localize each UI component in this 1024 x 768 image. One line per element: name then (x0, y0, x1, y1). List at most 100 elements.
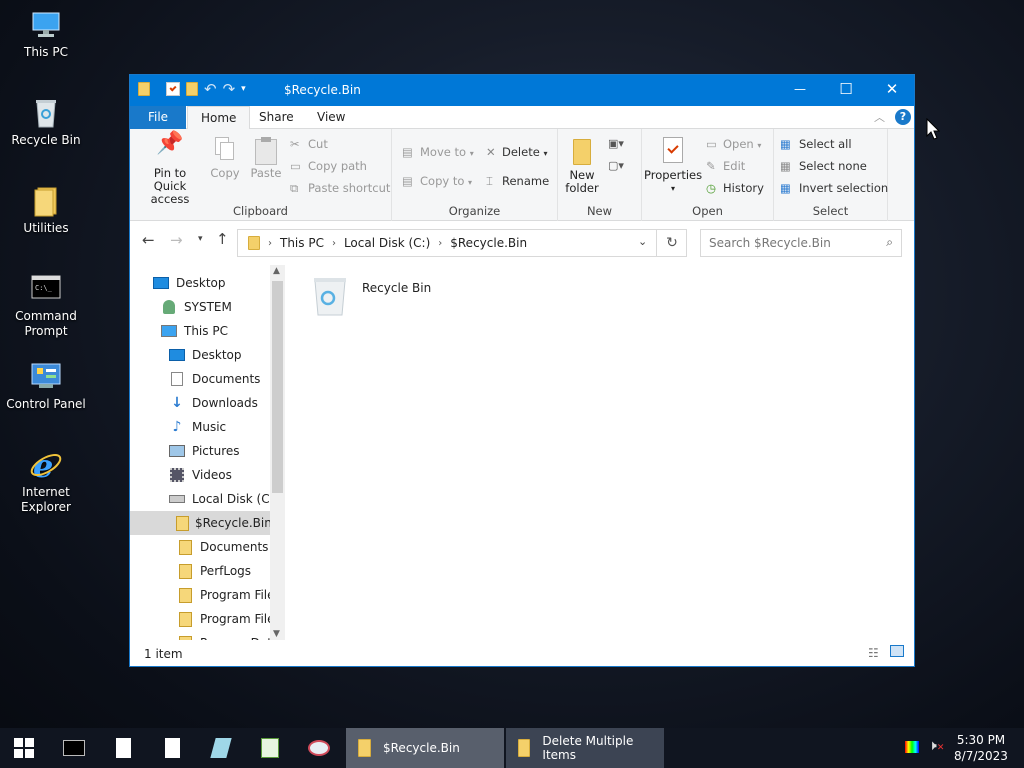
clock[interactable]: 5:30 PM 8/7/2023 (950, 732, 1012, 764)
tree-item[interactable]: Documents (168, 367, 260, 391)
desktop-icon-this-pc[interactable]: This PC (0, 8, 92, 60)
tree-item[interactable]: Program Files (176, 583, 281, 607)
history-button[interactable]: ◷ History (706, 181, 764, 195)
file-list[interactable]: Recycle Bin (290, 265, 914, 640)
new-folder-button[interactable]: New folder (562, 137, 602, 195)
desktop-icon-internet-explorer[interactable]: e Internet Explorer (0, 447, 92, 515)
taskbar-paint-button[interactable] (295, 728, 343, 768)
taskbar-chart-app-button[interactable] (246, 728, 294, 768)
desktop-icon-recycle-bin[interactable]: Recycle Bin (0, 96, 92, 148)
tree-item[interactable]: ↓ Downloads (168, 391, 258, 415)
pin-label: Pin to Quick access (150, 166, 190, 206)
select-all-button[interactable]: ▦ Select all (780, 137, 852, 151)
taskbar-cmd-button[interactable] (50, 728, 98, 768)
tab-home[interactable]: Home (187, 106, 251, 130)
desktop-icon-utilities[interactable]: Utilities (0, 184, 92, 236)
scroll-down-icon[interactable]: ▼ (273, 629, 280, 639)
new-item-button[interactable]: ▣▾ (608, 137, 630, 153)
breadcrumb-recycle-bin-folder[interactable]: $Recycle.Bin (450, 236, 527, 250)
file-item[interactable]: Recycle Bin (310, 273, 431, 317)
new-folder-qat-icon[interactable] (186, 82, 198, 96)
details-view-icon[interactable]: ☷ (868, 646, 879, 660)
easy-access-button[interactable]: ▢▾ (608, 159, 630, 175)
breadcrumb-this-pc[interactable]: This PC (280, 236, 324, 250)
taskbar-app-button[interactable] (197, 728, 245, 768)
explorer-window[interactable]: ↶ ↷ ▾ $Recycle.Bin — ☐ ✕ File Home Share… (129, 74, 915, 667)
tree-item[interactable]: Pictures (168, 439, 240, 463)
address-dropdown-icon[interactable]: ⌄ (638, 235, 647, 248)
properties-qat-icon[interactable] (166, 82, 180, 96)
tree-item[interactable]: SYSTEM (160, 295, 232, 319)
drive-icon (168, 495, 186, 503)
tree-item[interactable]: PerfLogs (176, 559, 251, 583)
tree-item[interactable]: $Recycle.Bin (130, 511, 272, 535)
copy-button[interactable]: Copy (206, 137, 244, 180)
search-input[interactable]: Search $Recycle.Bin ⌕ (700, 229, 902, 257)
tree-item[interactable]: Videos (168, 463, 232, 487)
tree-item[interactable]: This PC (160, 319, 228, 343)
navigation-pane[interactable]: Desktop SYSTEM This PC Desktop Documents ↓ Dow… (130, 265, 286, 640)
help-icon[interactable]: ? (895, 109, 911, 125)
title-bar[interactable]: ↶ ↷ ▾ $Recycle.Bin — ☐ ✕ (130, 75, 914, 106)
tab-share[interactable]: Share (246, 106, 307, 129)
move-to-button[interactable]: ▤ Move to ▾ (402, 145, 474, 159)
close-button[interactable]: ✕ (869, 75, 915, 106)
tree-item[interactable]: Local Disk (C:) (168, 487, 278, 511)
desktop-icon-control-panel[interactable]: Control Panel (0, 360, 92, 412)
taskbar-window-recycle-bin[interactable]: $Recycle.Bin (346, 728, 504, 768)
taskbar-notepad-button[interactable] (99, 728, 147, 768)
back-arrow-icon[interactable]: ← (142, 231, 155, 249)
tray-color-icon[interactable] (905, 741, 919, 753)
minimize-button[interactable]: — (777, 75, 823, 106)
tab-file[interactable]: File (130, 106, 186, 129)
tree-item[interactable]: ♪ Music (168, 415, 227, 439)
rename-button[interactable]: ⌶ Rename (486, 174, 549, 189)
open-label: Open (723, 137, 754, 151)
undo-icon[interactable]: ↶ (204, 82, 217, 97)
computer-icon (29, 8, 63, 42)
open-button[interactable]: ▭ Open ▾ (706, 137, 761, 151)
copy-path-button[interactable]: ▭ Copy path (290, 159, 367, 173)
edit-button[interactable]: ✎ Edit (706, 159, 745, 173)
pin-to-quick-access-button[interactable]: 📌 Pin to Quick access (136, 133, 204, 206)
tree-item[interactable]: Desktop (152, 271, 226, 295)
breadcrumb-local-disk[interactable]: Local Disk (C:) (344, 236, 430, 250)
address-bar[interactable]: › This PC › Local Disk (C:) › $Recycle.B… (237, 229, 687, 257)
copy-icon (206, 137, 244, 167)
scroll-up-icon[interactable]: ▲ (273, 266, 280, 276)
recent-locations-icon[interactable]: ▾ (198, 234, 203, 244)
large-icons-view-icon[interactable] (890, 645, 904, 657)
ribbon-tabs: File Home Share View ︿ ? (130, 106, 914, 130)
tree-item[interactable]: Documents a (176, 535, 280, 559)
refresh-button[interactable]: ↻ (656, 230, 687, 256)
tree-item[interactable]: Desktop (168, 343, 242, 367)
rename-label: Rename (502, 174, 550, 188)
navigation-pane-scrollbar[interactable]: ▲ ▼ (270, 265, 285, 640)
collapse-ribbon-icon[interactable]: ︿ (874, 109, 885, 125)
up-arrow-icon[interactable]: ↑ (216, 230, 229, 248)
delete-button[interactable]: ✕ Delete ▾ (486, 145, 547, 159)
volume-muted-icon[interactable]: 🕨✕ (928, 738, 944, 754)
copy-to-button[interactable]: ▤ Copy to ▾ (402, 174, 472, 188)
folder-icon (176, 587, 194, 603)
start-button[interactable] (0, 728, 48, 768)
properties-button[interactable]: Properties ▾ (644, 137, 702, 195)
redo-icon[interactable]: ↷ (223, 82, 236, 97)
qat-dropdown-icon[interactable]: ▾ (241, 84, 246, 94)
forward-arrow-icon[interactable]: → (170, 231, 183, 249)
copy-to-icon: ▤ (402, 174, 413, 188)
history-icon: ◷ (706, 181, 717, 195)
tree-item[interactable]: ProgramData (176, 631, 279, 640)
taskbar-window-delete-multiple-items[interactable]: Delete Multiple Items (506, 728, 664, 768)
tab-view[interactable]: View (304, 106, 358, 129)
desktop-icon-command-prompt[interactable]: C:\_ Command Prompt (0, 272, 92, 339)
paste-shortcut-button[interactable]: ⧉ Paste shortcut (290, 181, 390, 196)
invert-selection-button[interactable]: ▦ Invert selection (780, 181, 888, 195)
maximize-button[interactable]: ☐ (823, 75, 869, 106)
taskbar-document-button[interactable] (148, 728, 196, 768)
paste-button[interactable]: Paste (246, 137, 286, 180)
scrollbar-thumb[interactable] (272, 281, 283, 493)
cut-button[interactable]: ✂ Cut (290, 137, 328, 151)
select-none-button[interactable]: ▦ Select none (780, 159, 867, 173)
tree-item[interactable]: Program Files (176, 607, 281, 631)
